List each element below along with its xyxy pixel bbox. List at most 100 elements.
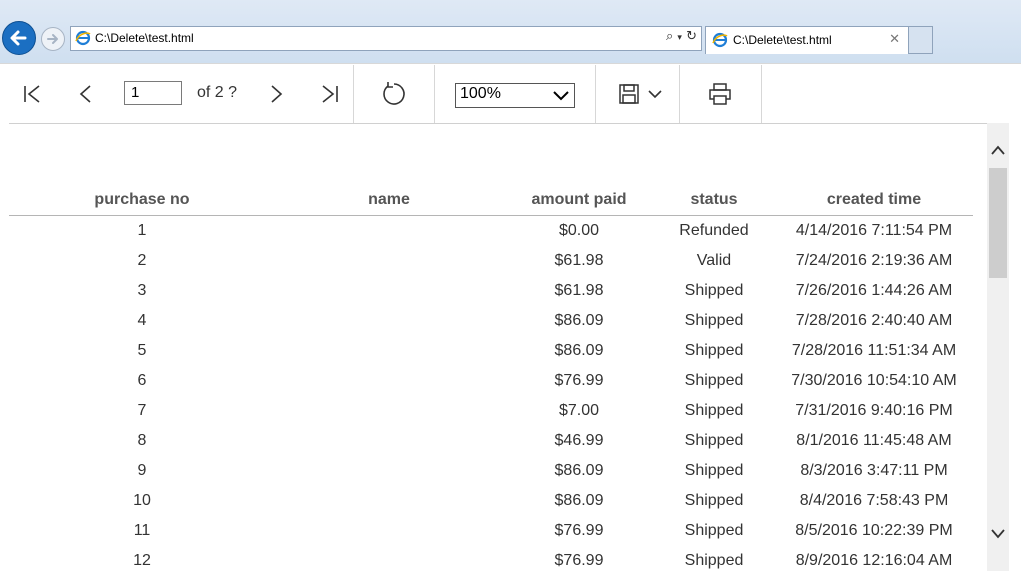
cell-created-time: 7/31/2016 9:40:16 PM [795, 402, 953, 419]
header-status: status [690, 191, 738, 208]
cell-purchase-no: 2 [137, 252, 147, 269]
refresh-icon [383, 82, 405, 105]
previous-page-button[interactable] [74, 82, 98, 106]
table-row: 7 $7.00 Shipped 7/31/2016 9:40:16 PM [9, 396, 973, 426]
first-page-icon [24, 85, 40, 103]
browser-chrome: C:\Delete\test.html ⌕ ▾ ↻ C:\Delete\test… [0, 0, 1021, 64]
page-count-label: of 2 ? [197, 84, 238, 101]
header-created-time: created time [826, 191, 922, 208]
cell-amount-paid: $76.99 [554, 522, 604, 539]
cell-purchase-no: 7 [137, 402, 147, 419]
cell-purchase-no: 12 [133, 552, 151, 569]
cell-purchase-no: 3 [137, 282, 147, 299]
table-row: 11 $76.99 Shipped 8/5/2016 10:22:39 PM [9, 516, 973, 546]
scroll-up-button[interactable] [987, 143, 1009, 161]
cell-amount-paid: $86.09 [554, 492, 604, 509]
address-bar[interactable]: C:\Delete\test.html ⌕ ▾ ↻ [70, 26, 702, 51]
ie-tab-icon [712, 32, 728, 48]
cell-status: Shipped [684, 342, 744, 359]
cell-created-time: 8/4/2016 7:58:43 PM [799, 492, 949, 509]
cell-status: Shipped [684, 312, 744, 329]
cell-purchase-no: 8 [137, 432, 147, 449]
cell-created-time: 8/3/2016 3:47:11 PM [800, 462, 948, 479]
arrow-right-icon [47, 34, 58, 44]
cell-created-time: 7/28/2016 11:51:34 AM [791, 342, 957, 359]
scroll-down-button[interactable] [987, 527, 1009, 545]
print-group [679, 65, 762, 123]
next-page-button[interactable] [264, 82, 288, 106]
header-name: name [368, 191, 410, 208]
chevron-down-icon [553, 91, 569, 101]
last-page-button[interactable] [317, 82, 343, 106]
table-row: 12 $76.99 Shipped 8/9/2016 12:16:04 AM [9, 546, 973, 576]
cell-amount-paid: $76.99 [554, 372, 604, 389]
cell-purchase-no: 6 [137, 372, 147, 389]
chevron-down-icon [648, 90, 662, 99]
cell-purchase-no: 5 [137, 342, 147, 359]
vertical-scrollbar[interactable] [987, 123, 1009, 571]
cell-status: Shipped [684, 372, 744, 389]
cell-status: Valid [696, 252, 732, 269]
scroll-thumb[interactable] [989, 168, 1007, 278]
refresh-button[interactable] [380, 82, 408, 106]
cell-amount-paid: $7.00 [558, 402, 600, 419]
cell-created-time: 8/1/2016 11:45:48 AM [796, 432, 952, 449]
cell-created-time: 7/30/2016 10:54:10 AM [791, 372, 957, 389]
ie-page-icon [75, 30, 91, 46]
cell-status: Shipped [684, 282, 744, 299]
search-icon[interactable]: ⌕ [666, 29, 673, 44]
header-amount-paid: amount paid [531, 191, 627, 208]
dropdown-icon[interactable]: ▾ [677, 33, 682, 43]
cell-status: Shipped [684, 492, 744, 509]
cell-status: Shipped [684, 432, 744, 449]
tab-title: C:\Delete\test.html [733, 33, 832, 47]
table-header: purchase no name amount paid status crea… [9, 190, 973, 216]
chevron-down-icon [991, 529, 1005, 539]
forward-button[interactable] [41, 27, 65, 51]
chevron-up-icon [991, 145, 1005, 155]
table-row: 10 $86.09 Shipped 8/4/2016 7:58:43 PM [9, 486, 973, 516]
cell-status: Refunded [679, 222, 749, 239]
cell-purchase-no: 10 [133, 492, 151, 509]
cell-amount-paid: $61.98 [554, 282, 604, 299]
last-page-icon [322, 85, 338, 103]
print-button[interactable] [707, 82, 733, 106]
cell-created-time: 8/5/2016 10:22:39 PM [795, 522, 953, 539]
cell-purchase-no: 1 [137, 222, 147, 239]
cell-amount-paid: $46.99 [554, 432, 604, 449]
chevron-right-icon [271, 85, 283, 103]
cell-created-time: 7/24/2016 2:19:36 AM [795, 252, 953, 269]
export-button[interactable] [618, 82, 664, 106]
export-group [595, 65, 680, 123]
address-text: C:\Delete\test.html [95, 31, 194, 45]
cell-created-time: 7/26/2016 1:44:26 AM [795, 282, 953, 299]
cell-amount-paid: $76.99 [554, 552, 604, 569]
cell-created-time: 4/14/2016 7:11:54 PM [795, 222, 953, 239]
back-button[interactable] [2, 21, 36, 55]
header-purchase-no: purchase no [94, 191, 190, 208]
printer-icon [709, 83, 731, 105]
close-tab-icon[interactable]: ✕ [889, 32, 900, 47]
cell-status: Shipped [684, 552, 744, 569]
page-number-input[interactable]: 1 [124, 81, 182, 105]
table-row: 6 $76.99 Shipped 7/30/2016 10:54:10 AM [9, 366, 973, 396]
table-row: 4 $86.09 Shipped 7/28/2016 2:40:40 AM [9, 306, 973, 336]
cell-amount-paid: $86.09 [554, 462, 604, 479]
cell-status: Shipped [684, 522, 744, 539]
cell-amount-paid: $86.09 [554, 342, 604, 359]
table-row: 8 $46.99 Shipped 8/1/2016 11:45:48 AM [9, 426, 973, 456]
new-tab-button[interactable] [909, 26, 933, 54]
refresh-group [353, 65, 435, 123]
table-row: 5 $86.09 Shipped 7/28/2016 11:51:34 AM [9, 336, 973, 366]
refresh-icon[interactable]: ↻ [686, 29, 697, 44]
cell-status: Shipped [684, 402, 744, 419]
table-row: 9 $86.09 Shipped 8/3/2016 3:47:11 PM [9, 456, 973, 486]
arrow-left-icon [10, 30, 27, 46]
table-row: 3 $61.98 Shipped 7/26/2016 1:44:26 AM [9, 276, 973, 306]
table-row: 1 $0.00 Refunded 4/14/2016 7:11:54 PM [9, 216, 973, 246]
chevron-left-icon [79, 85, 91, 103]
zoom-select[interactable]: 100% [455, 83, 575, 108]
browser-tab[interactable]: C:\Delete\test.html ✕ [705, 26, 909, 54]
first-page-button[interactable] [19, 82, 45, 106]
cell-amount-paid: $0.00 [558, 222, 600, 239]
